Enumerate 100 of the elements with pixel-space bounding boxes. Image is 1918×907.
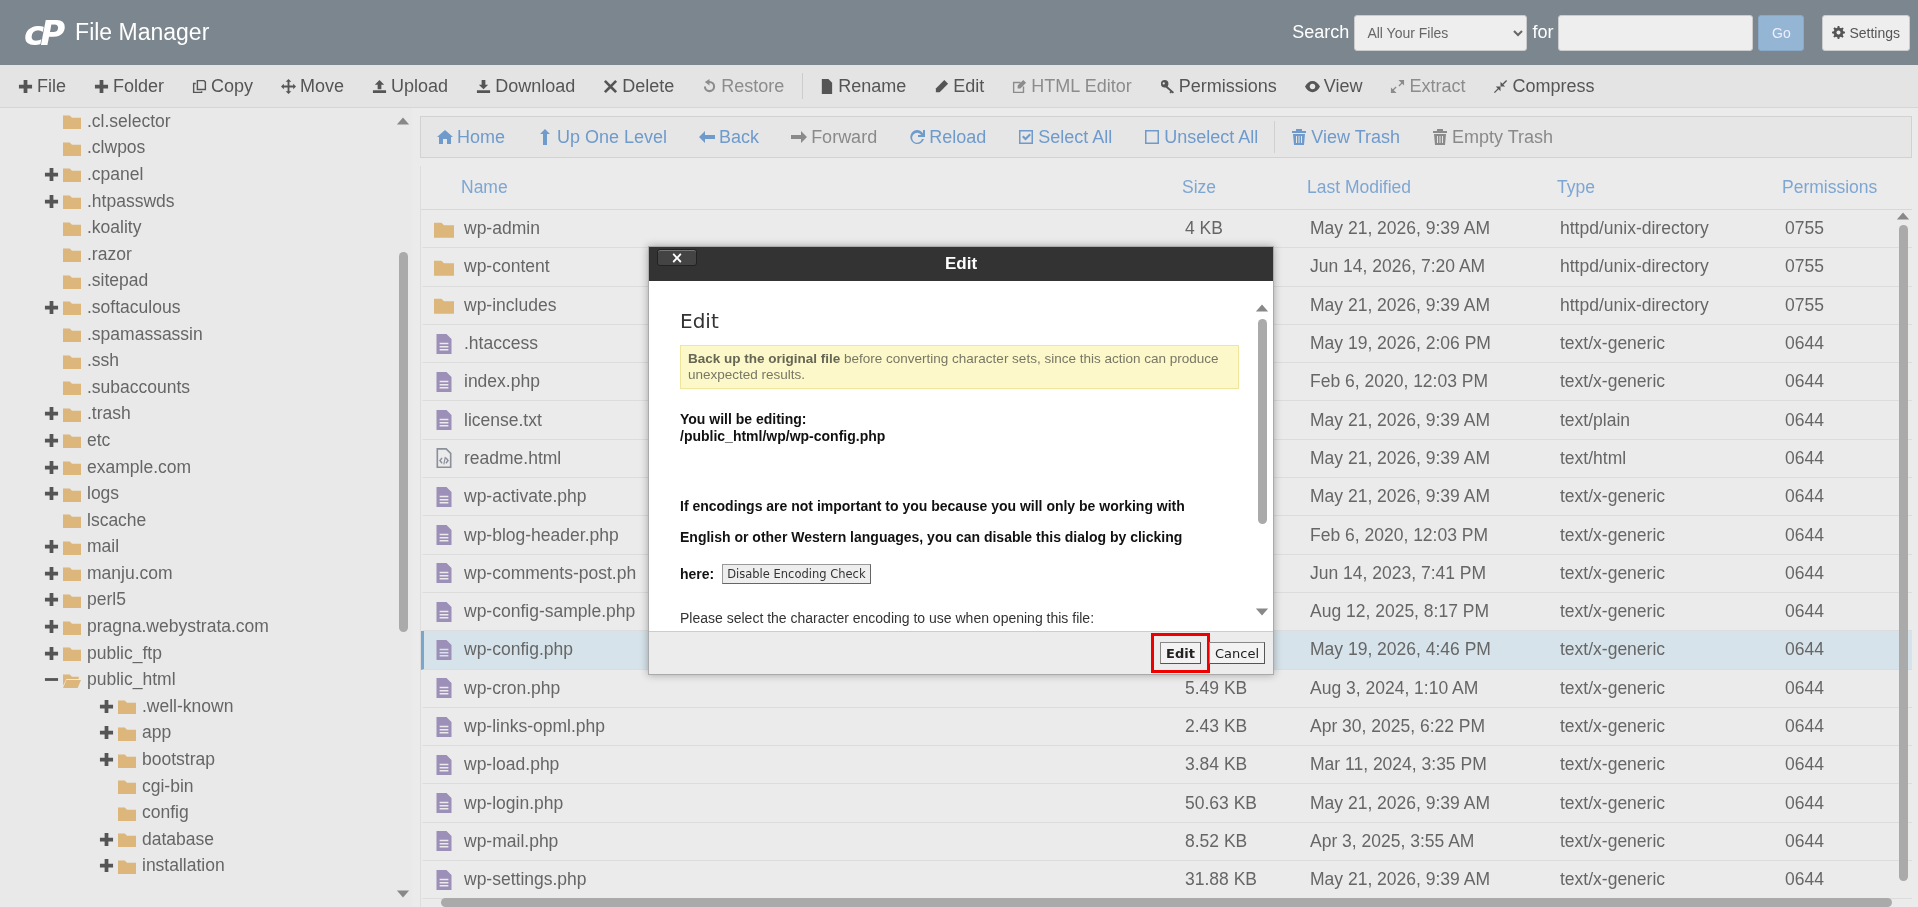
tree-item[interactable]: public_html — [87, 669, 176, 691]
toolbar-button[interactable]: File — [14, 69, 70, 103]
plus-icon[interactable] — [99, 698, 114, 714]
tree-item[interactable]: .cpanel — [87, 164, 144, 185]
file-icon — [434, 486, 454, 507]
tree-item[interactable]: installation — [142, 855, 225, 877]
toolbar-button[interactable]: Upload — [368, 69, 453, 103]
tree-item[interactable]: .softaculous — [87, 296, 181, 318]
file-icon — [434, 678, 454, 699]
settings-button[interactable]: Settings — [1822, 14, 1910, 51]
plus-icon[interactable] — [44, 193, 59, 209]
tree-item[interactable]: config — [142, 802, 189, 824]
tree-item[interactable]: .ssh — [87, 350, 120, 372]
scrollbar-thumb[interactable] — [1257, 319, 1267, 524]
toolbar-button[interactable]: Folder — [90, 69, 169, 103]
tree-item[interactable]: .sitepad — [87, 270, 149, 292]
modified-date: Mar 11, 2024, 3:35 PM — [1310, 754, 1487, 776]
permissions: 0755 — [1785, 294, 1824, 316]
tree-item[interactable]: .clwpos — [87, 137, 146, 159]
tree-item[interactable]: perl5 — [87, 589, 126, 611]
plus-icon[interactable] — [44, 592, 59, 608]
plus-icon[interactable] — [44, 432, 59, 448]
permissions: 0644 — [1785, 754, 1824, 776]
plus-icon[interactable] — [99, 858, 114, 874]
tree-item[interactable]: etc — [87, 429, 111, 451]
plus-icon[interactable] — [44, 565, 59, 581]
plus-icon[interactable] — [99, 725, 114, 741]
permissions: 0644 — [1785, 639, 1824, 661]
tree-item[interactable]: pragna.webystrata.com — [87, 616, 269, 638]
plus-icon[interactable] — [99, 752, 114, 768]
plus-icon[interactable] — [44, 486, 59, 502]
toolbar-button[interactable]: View — [1300, 69, 1367, 103]
permissions: 0644 — [1785, 486, 1824, 508]
tree-item[interactable]: manju.com — [87, 562, 173, 584]
file-type: text/x-generic — [1560, 371, 1666, 393]
tree-item[interactable]: app — [142, 722, 172, 744]
code-file-icon — [434, 448, 454, 469]
toolbar-button[interactable]: Download — [472, 69, 580, 103]
scrollbar-thumb[interactable] — [1898, 225, 1908, 881]
tree-item[interactable]: .htpasswds — [87, 190, 175, 212]
empty-box-icon — [1144, 129, 1161, 145]
file-name: .htaccess — [464, 333, 538, 355]
dialog-heading: Edit — [680, 309, 720, 333]
toolbar-button[interactable]: Rename — [815, 69, 911, 103]
plus-icon[interactable] — [44, 645, 59, 661]
folder-icon — [116, 830, 138, 849]
toolbar-button[interactable]: Move — [277, 69, 349, 103]
toolbar-button[interactable]: Delete — [599, 69, 679, 103]
dialog-title: Edit — [944, 254, 978, 274]
tree-item[interactable]: .well-known — [142, 695, 234, 717]
tree-item[interactable]: logs — [87, 483, 120, 505]
cancel-button[interactable]: Cancel — [1208, 642, 1265, 664]
modified-date: Feb 6, 2020, 12:03 PM — [1310, 524, 1489, 546]
permissions: 0644 — [1785, 562, 1824, 584]
scrollbar-thumb[interactable] — [441, 898, 1892, 907]
scrollbar-thumb[interactable] — [398, 252, 408, 632]
search-field[interactable] — [1558, 14, 1754, 51]
plus-icon[interactable] — [44, 459, 59, 475]
toolbar-button[interactable]: Compress — [1489, 69, 1599, 103]
file-icon — [434, 333, 454, 354]
tree-item[interactable]: example.com — [87, 456, 192, 478]
tree-item[interactable]: .cl.selector — [87, 110, 171, 132]
tree-item[interactable]: database — [142, 828, 214, 850]
tree-item[interactable]: .koality — [87, 217, 142, 239]
tree-item[interactable]: public_ftp — [87, 642, 162, 664]
disable-encoding-button[interactable]: Disable Encoding Check — [722, 564, 871, 584]
settings-icon — [1832, 26, 1846, 39]
toolbar-button[interactable]: Permissions — [1155, 69, 1281, 103]
plus-icon[interactable] — [44, 539, 59, 555]
plus-icon[interactable] — [44, 167, 59, 182]
file-icon — [434, 869, 454, 890]
file-size: 50.63 KB — [1185, 792, 1257, 814]
tree-item[interactable]: cgi-bin — [142, 775, 194, 797]
home-icon — [437, 129, 453, 145]
file-size: 31.88 KB — [1185, 869, 1257, 891]
tree-item[interactable]: .subaccounts — [87, 376, 191, 398]
file-name: wp-links-opml.php — [464, 716, 606, 737]
plus-icon[interactable] — [44, 619, 59, 635]
tree-item[interactable]: bootstrap — [142, 749, 215, 771]
close-button[interactable]: × — [657, 249, 697, 266]
tree-item[interactable]: mail — [87, 536, 120, 558]
scope-dropdown[interactable]: All Your Files — [1354, 14, 1528, 51]
tree-item[interactable]: .razor — [87, 243, 132, 265]
toolbar-button[interactable]: Copy — [188, 69, 258, 103]
folder-icon — [61, 298, 83, 317]
permissions: 0644 — [1785, 447, 1824, 469]
toolbar-button[interactable]: Edit — [930, 69, 989, 103]
permissions: 0644 — [1785, 409, 1824, 431]
tree-item[interactable]: .spamassassin — [87, 323, 203, 345]
file-icon — [434, 563, 454, 584]
tree-item[interactable]: .trash — [87, 403, 131, 425]
plus-icon[interactable] — [99, 831, 114, 847]
right-arrow-icon — [791, 129, 808, 145]
plus-icon[interactable] — [44, 299, 59, 315]
folder-icon — [61, 564, 83, 583]
plus-icon[interactable] — [44, 406, 59, 422]
file-type: text/x-generic — [1560, 601, 1666, 623]
tree-item[interactable]: lscache — [87, 509, 147, 531]
file-name: wp-cron.php — [464, 677, 561, 699]
permissions: 0644 — [1785, 601, 1824, 623]
